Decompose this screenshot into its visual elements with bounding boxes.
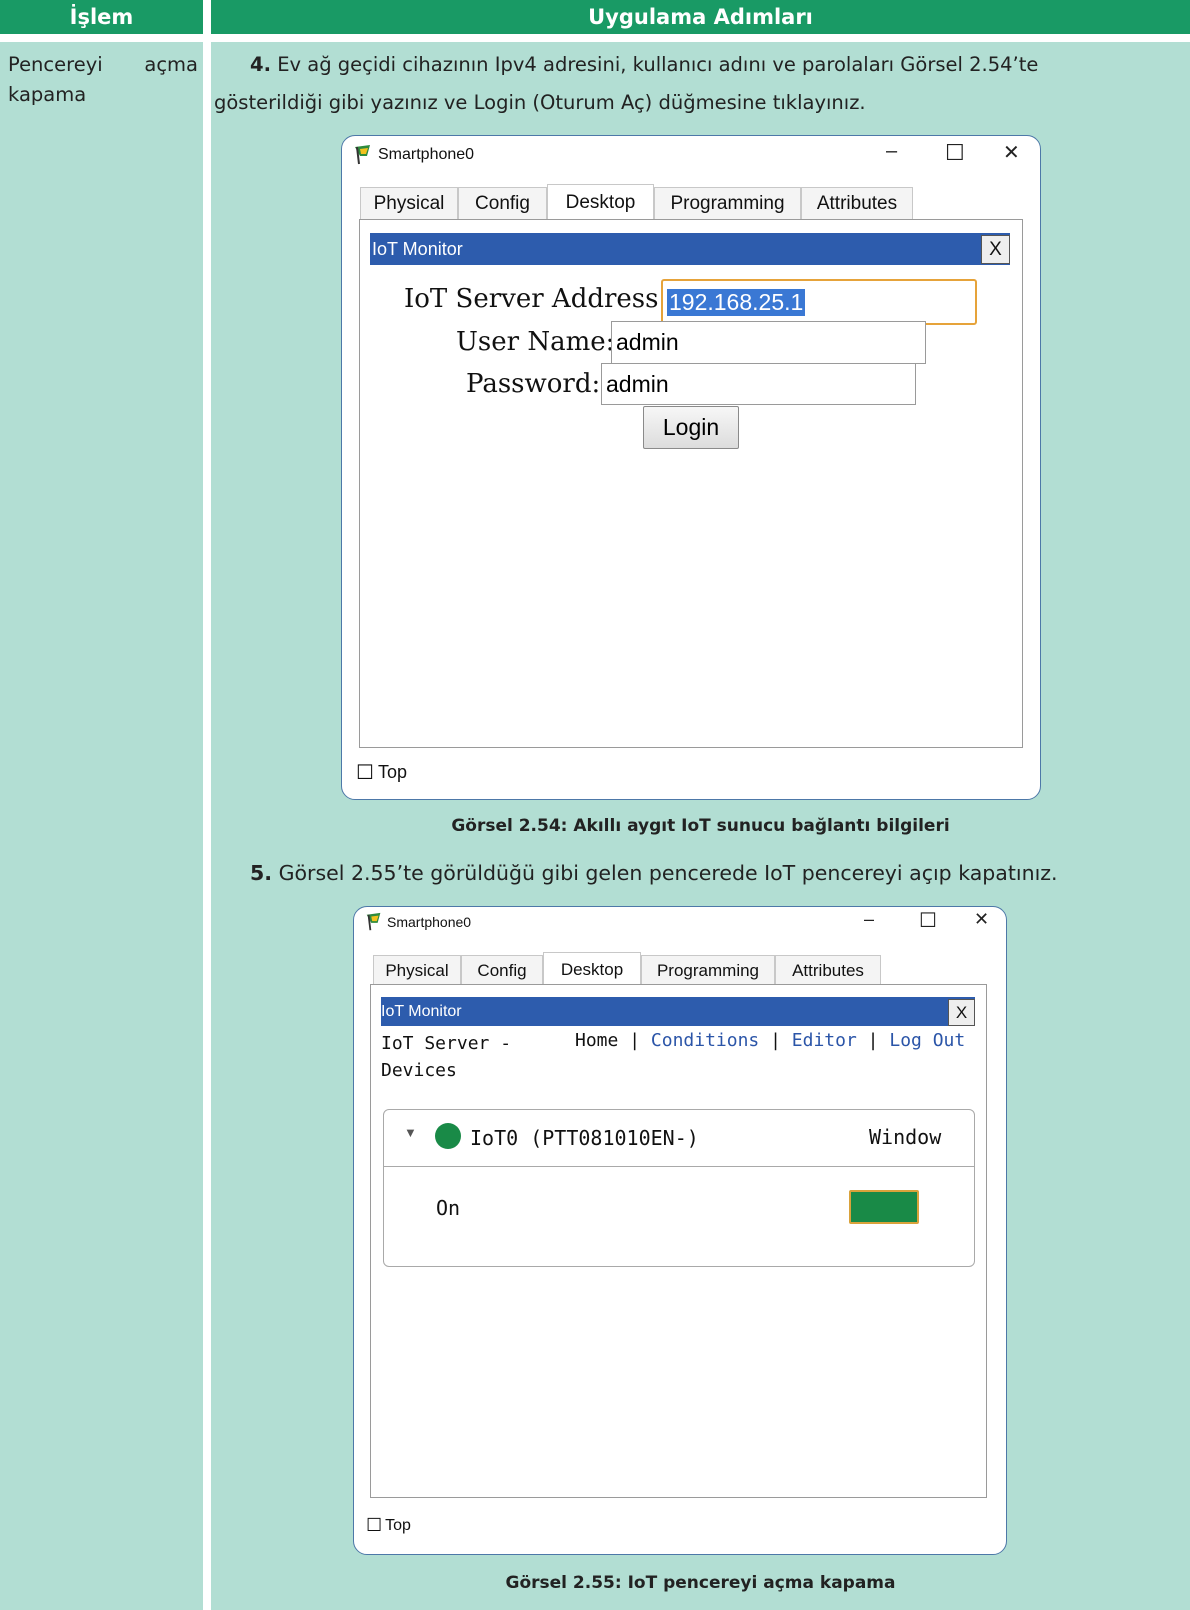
step4-line1: 4. Ev ağ geçidi cihazının Ipv4 adresini,… <box>250 50 1185 80</box>
close-icon[interactable]: ✕ <box>974 909 989 930</box>
minimize-icon[interactable]: – <box>886 140 897 163</box>
device-card-header[interactable]: ▼ IoT0 (PTT081010EN-) Window <box>384 1110 974 1167</box>
maximize-icon[interactable]: ☐ <box>945 140 965 166</box>
operation-line1: Pencereyi açma <box>8 53 198 76</box>
figure-caption-2-54: Görsel 2.54: Akıllı aygıt IoT sunucu bağ… <box>451 816 950 836</box>
top-label: Top <box>377 762 407 782</box>
step5-number: 5. <box>250 861 273 885</box>
user-name-label: User Name: <box>456 327 615 357</box>
tab-attributes[interactable]: Attributes <box>801 187 913 220</box>
close-icon[interactable]: ✕ <box>1003 140 1020 165</box>
window-title: Smartphone0 <box>387 914 472 930</box>
login-button[interactable]: Login <box>643 406 739 449</box>
smartphone-window-login: Smartphone0 – ☐ ✕ Physical Config Deskto… <box>341 135 1041 800</box>
password-label: Password: <box>466 369 601 399</box>
top-label: Top <box>385 1516 411 1534</box>
state-label: On <box>436 1196 461 1220</box>
operation-line2: kapama <box>8 83 87 106</box>
nav-conditions[interactable]: Conditions <box>651 1030 759 1051</box>
top-checkbox[interactable]: ☐ Top <box>356 760 407 785</box>
window-title: Smartphone0 <box>378 146 475 163</box>
checkbox-icon[interactable]: ☐ <box>366 1515 382 1536</box>
packet-tracer-icon <box>352 144 378 168</box>
panel-close-button[interactable]: X <box>948 999 975 1026</box>
step4-text1: Ev ağ geçidi cihazının Ipv4 adresini, ku… <box>277 53 1039 76</box>
step4-number: 4. <box>250 53 271 76</box>
tab-attributes[interactable]: Attributes <box>775 955 881 985</box>
server-address-label: IoT Server Address: <box>404 284 668 314</box>
device-type: Window <box>869 1125 942 1149</box>
step5-line: 5. Görsel 2.55’te görüldüğü gibi gelen p… <box>250 858 1185 888</box>
table-header-steps: Uygulama Adımları <box>211 0 1190 34</box>
device-card: ▼ IoT0 (PTT081010EN-) Window On <box>383 1109 975 1267</box>
table-header-operation: İşlem <box>0 0 203 34</box>
nav-separator: | <box>770 1030 781 1051</box>
tab-config[interactable]: Config <box>461 955 543 985</box>
nav-separator: | <box>629 1030 641 1051</box>
maximize-icon[interactable]: ☐ <box>919 908 937 933</box>
iot-monitor-titlebar: IoT Monitor <box>381 997 975 1026</box>
iot-monitor-title: IoT Monitor <box>381 1002 462 1020</box>
server-title-line1: IoT Server - <box>381 1033 512 1054</box>
panel-close-button[interactable]: X <box>981 235 1010 264</box>
tab-programming[interactable]: Programming <box>641 955 775 985</box>
tab-programming[interactable]: Programming <box>654 187 801 220</box>
top-checkbox[interactable]: ☐ Top <box>366 1515 411 1536</box>
nav-editor[interactable]: Editor <box>792 1030 857 1051</box>
minimize-icon[interactable]: – <box>864 909 874 930</box>
on-toggle-button[interactable] <box>849 1190 919 1224</box>
nav-log-out[interactable]: Log Out <box>889 1030 965 1051</box>
tab-physical[interactable]: Physical <box>360 187 458 220</box>
server-address-value: 192.168.25.1 <box>667 288 806 316</box>
device-name: IoT0 (PTT081010EN-) <box>470 1126 699 1150</box>
smartphone-window-devices: Smartphone0 – ☐ ✕ Physical Config Deskto… <box>353 906 1007 1555</box>
tab-physical[interactable]: Physical <box>373 955 461 985</box>
operation-cell: Pencereyi açma kapama <box>0 42 203 1610</box>
nav-separator: | <box>867 1030 879 1051</box>
top-navigation: Home | Conditions | Editor | Log Out <box>575 1030 965 1051</box>
password-input[interactable]: admin <box>601 363 916 405</box>
operation-text: Pencereyi açma kapama <box>8 50 198 110</box>
status-dot-icon <box>435 1123 461 1149</box>
nav-home[interactable]: Home <box>575 1030 618 1051</box>
iot-monitor-title: IoT Monitor <box>372 238 463 259</box>
desktop-content-frame: IoT Monitor X IoT Server - Devices Home … <box>370 984 987 1498</box>
desktop-content-frame: IoT Monitor X IoT Server Address: 192.16… <box>359 219 1023 748</box>
step5-text: Görsel 2.55’te görüldüğü gibi gelen penc… <box>278 861 1058 885</box>
figure-caption-2-55: Görsel 2.55: IoT pencereyi açma kapama <box>505 1573 896 1593</box>
server-title-line2: Devices <box>381 1060 457 1081</box>
user-name-input[interactable]: admin <box>611 321 926 364</box>
chevron-down-icon[interactable]: ▼ <box>404 1125 417 1140</box>
tab-config[interactable]: Config <box>458 187 547 220</box>
tab-desktop[interactable]: Desktop <box>543 952 641 986</box>
step4-line2: gösterildiği gibi yazınız ve Login (Otur… <box>214 91 866 114</box>
checkbox-icon[interactable]: ☐ <box>356 760 374 785</box>
server-address-input[interactable]: 192.168.25.1 <box>661 279 977 325</box>
tab-desktop[interactable]: Desktop <box>547 184 654 221</box>
server-devices-title: IoT Server - Devices <box>381 1030 511 1084</box>
iot-monitor-titlebar: IoT Monitor <box>370 233 1010 265</box>
packet-tracer-icon <box>364 912 388 934</box>
